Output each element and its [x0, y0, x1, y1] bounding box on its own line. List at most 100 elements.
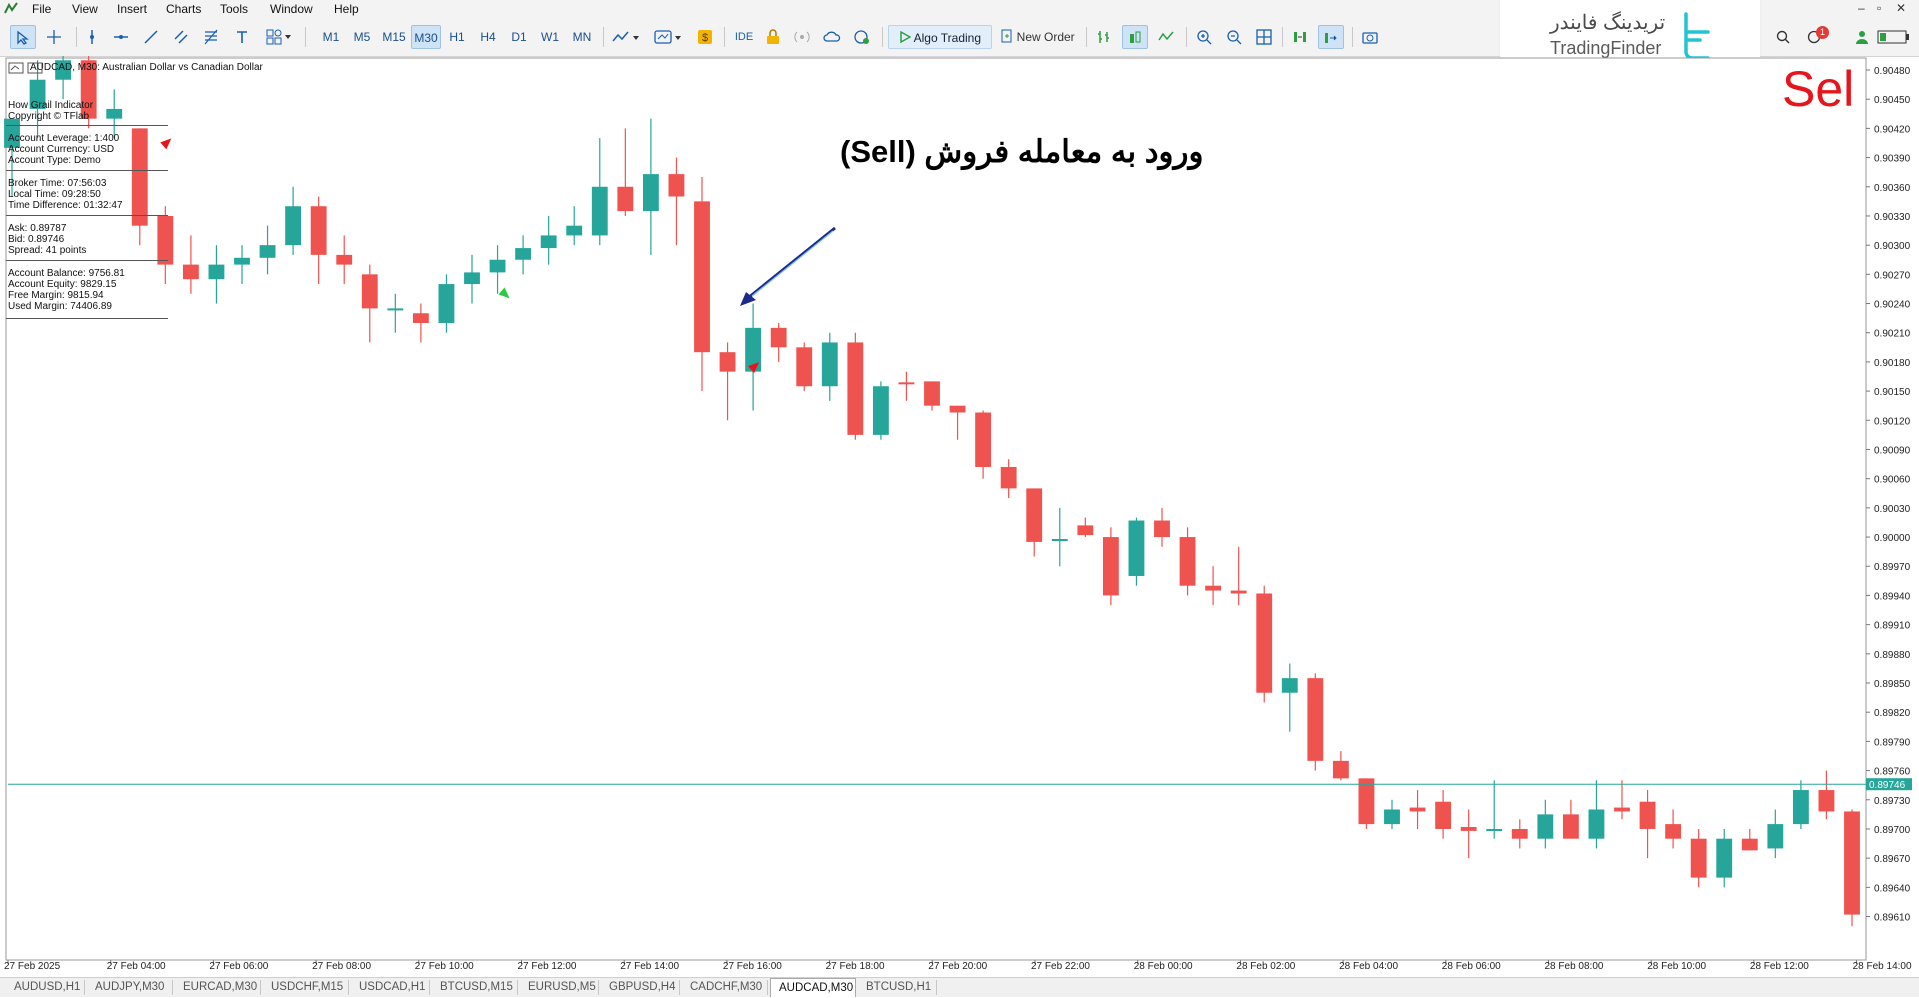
chart-tab[interactable]: AUDJPY,M30: [87, 980, 173, 995]
price-axis: 0.90480 0.90450 0.90420 0.90390 0.90360 0.903…: [1866, 66, 1911, 924]
notifications-button[interactable]: 1: [1800, 25, 1830, 49]
y-tick-label: 0.89670: [1874, 854, 1911, 865]
line-chart-dropdown-icon: [612, 31, 639, 42]
y-tick-label: 0.90060: [1874, 475, 1911, 486]
notification-badge: 1: [1816, 26, 1829, 39]
search-button[interactable]: [1772, 25, 1794, 49]
x-tick-label: 28 Feb 06:00: [1442, 961, 1501, 972]
scroll-end-button[interactable]: [1288, 25, 1312, 49]
battery-icon: [1877, 30, 1909, 44]
chart-tab[interactable]: AUDUSD,H1: [6, 980, 85, 995]
chart-tab[interactable]: CADCHF,M30: [682, 980, 768, 995]
candle-body: [1205, 585, 1222, 591]
menu-help[interactable]: Help: [334, 2, 359, 16]
x-tick-label: 28 Feb 04:00: [1339, 961, 1398, 972]
vps-button[interactable]: [820, 25, 844, 49]
timeframe-mn-button[interactable]: MN: [568, 25, 596, 49]
shapes-tool-button[interactable]: [262, 25, 296, 49]
timeframe-h4-button[interactable]: H4: [476, 25, 500, 49]
zoom-in-button[interactable]: [1192, 25, 1216, 49]
lock-button[interactable]: [762, 25, 784, 49]
timeframe-m30-button[interactable]: M30: [411, 25, 441, 49]
candle-body: [1026, 488, 1043, 542]
chart-tab[interactable]: BTCUSD,M15: [432, 980, 518, 995]
sell-signal-label: Sel: [1782, 61, 1855, 117]
zoom-in-icon: [1197, 30, 1212, 45]
crosshair-tool-button[interactable]: [42, 25, 66, 49]
candle-body: [1384, 809, 1400, 825]
y-tick-label: 0.89880: [1874, 650, 1911, 661]
cursor-tool-button[interactable]: [10, 25, 36, 49]
fibonacci-tool-button[interactable]: [200, 25, 222, 49]
ide-button[interactable]: IDE: [730, 25, 758, 49]
restore-button[interactable]: ▫: [1877, 1, 1881, 15]
menu-charts[interactable]: Charts: [166, 2, 201, 16]
chart-tab[interactable]: BTCUSD,H1: [858, 980, 937, 995]
candlestick-icon: [1130, 31, 1141, 43]
template-dropdown-icon: [654, 30, 681, 44]
algo-trading-button[interactable]: Algo Trading: [888, 25, 992, 49]
y-tick-label: 0.90480: [1874, 66, 1911, 77]
price-chart[interactable]: 0.90480 0.90450 0.90420 0.90390 0.90360 0.903…: [0, 56, 1919, 976]
account-button[interactable]: [1852, 25, 1872, 49]
signal-icon: [794, 31, 810, 43]
candle-body: [975, 412, 992, 467]
screenshot-button[interactable]: [1358, 25, 1382, 49]
x-tick-label: 27 Feb 08:00: [312, 961, 371, 972]
close-button[interactable]: ✕: [1896, 1, 1906, 15]
candlestick-chart-button[interactable]: [1122, 25, 1148, 49]
chart-shift-button[interactable]: [1318, 25, 1344, 49]
menu-view[interactable]: View: [72, 2, 98, 16]
bar-chart-button[interactable]: [1092, 25, 1116, 49]
candle-body: [770, 327, 787, 348]
x-tick-label: 28 Feb 08:00: [1545, 961, 1604, 972]
menu-window[interactable]: Window: [270, 2, 313, 16]
vertical-line-tool-button[interactable]: [82, 25, 102, 49]
timeframe-d1-button[interactable]: D1: [507, 25, 531, 49]
line-chart-button[interactable]: [1154, 25, 1178, 49]
timeframe-m1-button[interactable]: M1: [318, 25, 344, 49]
candle-body: [1281, 678, 1298, 693]
y-tick-label: 0.89940: [1874, 591, 1911, 602]
chart-tab[interactable]: GBPUSD,H4: [601, 980, 680, 995]
chart-title-text: AUDCAD, M30: Australian Dollar vs Canadi…: [30, 62, 263, 73]
timeframe-h1-button[interactable]: H1: [445, 25, 469, 49]
channel-tool-button[interactable]: [170, 25, 192, 49]
chart-tab[interactable]: USDCHF,M15: [263, 980, 349, 995]
candle-body: [182, 264, 199, 280]
chart-tab[interactable]: AUDCAD,M30: [770, 978, 856, 997]
new-order-button[interactable]: New Order: [996, 25, 1080, 49]
chart-tab[interactable]: USDCAD,H1: [351, 980, 430, 995]
tile-windows-button[interactable]: [1252, 25, 1276, 49]
zoom-out-button[interactable]: [1222, 25, 1246, 49]
community-button[interactable]: [850, 25, 874, 49]
timeframe-w1-button[interactable]: W1: [538, 25, 562, 49]
text-tool-button[interactable]: [232, 25, 252, 49]
menu-file[interactable]: File: [32, 2, 51, 16]
signals-button[interactable]: [790, 25, 814, 49]
menu-tools[interactable]: Tools: [220, 2, 248, 16]
minimize-button[interactable]: –: [1858, 1, 1865, 15]
candle-body: [438, 284, 455, 323]
indicators-button[interactable]: [610, 25, 644, 49]
candle-body: [259, 245, 276, 258]
horizontal-line-tool-button[interactable]: [110, 25, 132, 49]
chart-tab[interactable]: EURCAD,M30: [175, 980, 261, 995]
timeframe-m5-button[interactable]: M5: [349, 25, 375, 49]
y-tick-label: 0.89790: [1874, 737, 1911, 748]
x-tick-label: 27 Feb 16:00: [723, 961, 782, 972]
timeframe-m15-button[interactable]: M15: [379, 25, 409, 49]
play-icon: [900, 30, 912, 44]
candle-body: [719, 352, 736, 372]
sell-entry-annotation: ورود به معامله فروش (Sell): [840, 134, 1204, 169]
market-button[interactable]: $: [694, 25, 716, 49]
templates-button[interactable]: [652, 25, 686, 49]
chart-tab[interactable]: EURUSD,M5: [520, 980, 599, 995]
trendline-tool-button[interactable]: [140, 25, 162, 49]
candle-body: [1614, 807, 1630, 812]
cursor-icon: [17, 30, 29, 45]
camera-icon: [1362, 32, 1378, 44]
watermark-persian: تریدینگ فایندر: [1550, 12, 1666, 34]
menu-insert[interactable]: Insert: [117, 2, 147, 16]
cloud-icon: [823, 31, 841, 42]
